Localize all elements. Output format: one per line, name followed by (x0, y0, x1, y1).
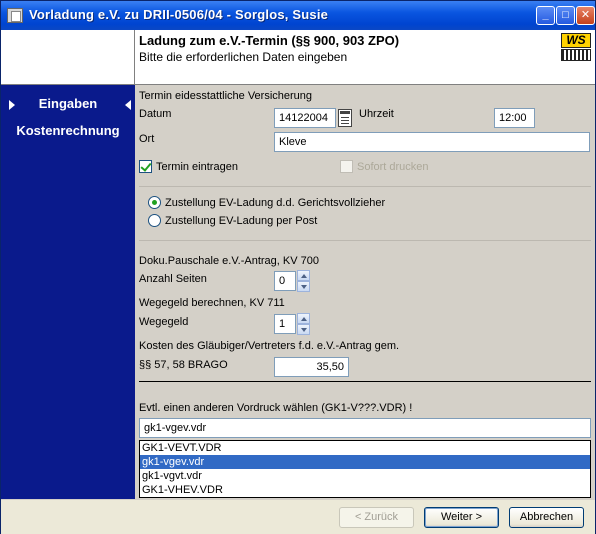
vordruck-dropdown-list: GK1-VEVT.VDR gk1-vgev.vdr gk1-vgvt.vdr G… (139, 440, 591, 498)
brago-input[interactable]: 35,50 (274, 357, 349, 377)
list-item[interactable]: GK1-VHEV.VDR (140, 483, 590, 497)
divider (139, 240, 591, 241)
ort-input[interactable]: Kleve (274, 132, 590, 152)
window-title: Vorladung e.V. zu DRII-0506/04 - Sorglos… (29, 7, 329, 22)
page-title: Ladung zum e.V.-Termin (§§ 900, 903 ZPO) (139, 33, 400, 48)
arrow-left-icon (125, 100, 131, 110)
title-bar[interactable]: Vorladung e.V. zu DRII-0506/04 - Sorglos… (1, 1, 595, 30)
anzahl-seiten-input[interactable]: 0 (274, 271, 296, 291)
uhrzeit-label: Uhrzeit (359, 108, 394, 120)
chevron-up-icon[interactable] (297, 270, 310, 281)
divider (139, 381, 591, 382)
ort-label: Ort (139, 133, 155, 145)
vordruck-combobox[interactable]: gk1-vgev.vdr (139, 418, 591, 438)
radio-gerichtsvollzieher[interactable] (148, 196, 161, 209)
form-area: Termin eidesstattliche Versicherung Datu… (135, 85, 595, 499)
sidebar: Eingaben Kostenrechnung (1, 85, 135, 499)
wegegeld-input[interactable]: 1 (274, 314, 296, 334)
sidebar-item-kostenrechnung[interactable]: Kostenrechnung (1, 123, 135, 138)
footer-bar: < Zurück Weiter > Abbrechen (1, 499, 595, 534)
wegegeld-section-label: Wegegeld berechnen, KV 711 (139, 297, 285, 309)
wegegeld-label: Wegegeld (139, 316, 189, 328)
cancel-button[interactable]: Abbrechen (509, 507, 584, 528)
header-panel: Ladung zum e.V.-Termin (§§ 900, 903 ZPO)… (1, 30, 595, 85)
brago-label: §§ 57, 58 BRAGO (139, 359, 228, 371)
ws-logo-text: WS (561, 33, 591, 48)
sidebar-item-label: Kostenrechnung (16, 123, 120, 138)
sofort-drucken-checkbox[interactable] (340, 160, 353, 173)
sidebar-item-eingaben[interactable]: Eingaben (1, 96, 135, 111)
anzahl-seiten-label: Anzahl Seiten (139, 273, 207, 285)
section-termin-heading: Termin eidesstattliche Versicherung (139, 90, 313, 102)
arrow-right-icon (9, 100, 15, 110)
datum-label: Datum (139, 108, 172, 120)
termin-eintragen-checkbox[interactable] (139, 160, 152, 173)
header-left-blank (1, 30, 135, 84)
list-item[interactable]: GK1-VEVT.VDR (140, 441, 590, 455)
radio-gerichtsvollzieher-label: Zustellung EV-Ladung d.d. Gerichtsvollzi… (165, 197, 386, 209)
ws-logo: WS (561, 33, 591, 61)
calendar-icon[interactable] (338, 109, 352, 127)
sofort-drucken-label: Sofort drucken (357, 161, 429, 173)
chevron-down-icon[interactable] (297, 281, 310, 292)
back-button[interactable]: < Zurück (339, 507, 414, 528)
kosten-label: Kosten des Gläubiger/Vertreters f.d. e.V… (139, 340, 400, 352)
termin-eintragen-label: Termin eintragen (156, 161, 238, 173)
anzahl-seiten-stepper[interactable] (297, 270, 310, 292)
minimize-button[interactable]: _ (536, 6, 555, 25)
list-item[interactable]: gk1-vgev.vdr (140, 455, 590, 469)
wegegeld-stepper[interactable] (297, 313, 310, 335)
chevron-down-icon[interactable] (297, 324, 310, 335)
radio-per-post[interactable] (148, 214, 161, 227)
app-icon (7, 8, 23, 23)
chevron-up-icon[interactable] (297, 313, 310, 324)
close-button[interactable]: ✕ (576, 6, 595, 25)
doku-pauschale-label: Doku.Pauschale e.V.-Antrag, KV 700 (139, 255, 319, 267)
ws-logo-keyboard-icon (561, 49, 591, 61)
divider (139, 186, 591, 187)
next-button[interactable]: Weiter > (424, 507, 499, 528)
sidebar-item-label: Eingaben (38, 96, 98, 111)
list-item[interactable]: gk1-vgvt.vdr (140, 469, 590, 483)
datum-input[interactable]: 14122004 (274, 108, 336, 128)
page-subtitle: Bitte die erforderlichen Daten eingeben (139, 50, 348, 64)
uhrzeit-input[interactable]: 12:00 (494, 108, 535, 128)
maximize-button[interactable]: □ (556, 6, 575, 25)
radio-per-post-label: Zustellung EV-Ladung per Post (165, 215, 318, 227)
dialog-window: Vorladung e.V. zu DRII-0506/04 - Sorglos… (0, 0, 596, 534)
vordruck-label: Evtl. einen anderen Vordruck wählen (GK1… (139, 402, 413, 414)
